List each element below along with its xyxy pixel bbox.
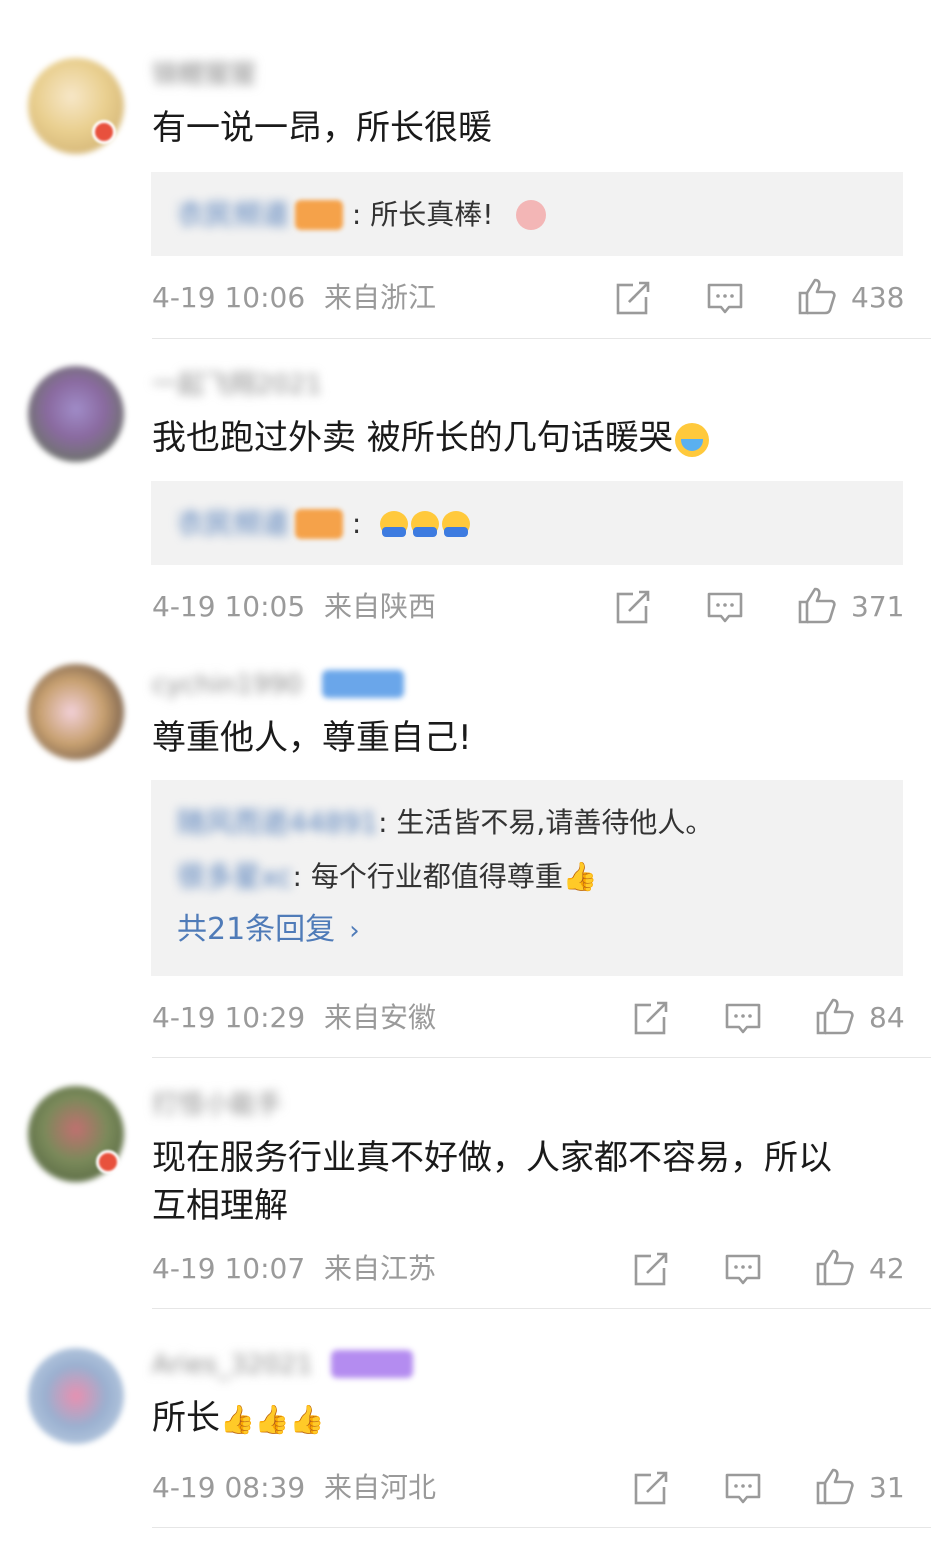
author-tag: [295, 200, 344, 230]
avatar[interactable]: [28, 664, 124, 760]
comment-icon[interactable]: [705, 587, 745, 627]
thumb-up-icon[interactable]: [815, 1466, 855, 1506]
comment-text: 所长👍👍👍: [152, 1394, 892, 1444]
comment-icon[interactable]: [705, 278, 745, 318]
comment-icon[interactable]: [723, 998, 763, 1038]
location: 来自河北: [324, 1471, 437, 1504]
share-icon[interactable]: [613, 278, 653, 318]
username[interactable]: 打怪小能手: [152, 1090, 282, 1120]
location: 来自浙江: [324, 281, 437, 314]
comment-meta: 4-19 10:29 来自安徽: [152, 1000, 436, 1036]
timestamp: 4-19 10:29: [152, 1001, 306, 1034]
avatar[interactable]: [28, 366, 124, 462]
location: 来自安徽: [324, 1001, 437, 1034]
avatar-badge-icon: [92, 120, 116, 144]
thumb-up-icon[interactable]: [797, 585, 837, 625]
reply-author[interactable]: 衣民频道: [177, 504, 289, 544]
username[interactable]: 一起飞翔2021: [152, 370, 322, 400]
divider: [152, 338, 931, 339]
thumb-up-icon[interactable]: [797, 276, 837, 316]
reply-author[interactable]: 衣民频道: [177, 195, 289, 235]
reply-text: : 生活皆不易,请善待他人。: [378, 806, 714, 839]
thumb-up-icon[interactable]: [815, 996, 855, 1036]
location: 来自陕西: [324, 590, 437, 623]
comment-meta: 4-19 08:39 来自河北: [152, 1470, 436, 1506]
username[interactable]: 锦鲤猩猩: [152, 60, 256, 90]
username[interactable]: cychin1990: [152, 670, 302, 700]
hug-emoji-icon: [380, 511, 409, 537]
thumbs-up-emoji-icon: 👍: [562, 860, 598, 893]
reply-author[interactable]: 随风而逝44891: [177, 803, 378, 843]
location: 来自江苏: [324, 1252, 437, 1285]
hug-emoji-icon: [411, 511, 440, 537]
comment-text: 尊重他人，尊重自己!: [152, 718, 472, 758]
share-icon[interactable]: [613, 587, 653, 627]
reply-item: 随风而逝44891: 生活皆不易,请善待他人。: [177, 802, 713, 843]
share-icon[interactable]: [631, 1249, 671, 1289]
share-icon[interactable]: [631, 998, 671, 1038]
reply-box[interactable]: 随风而逝44891: 生活皆不易,请善待他人。 很多星xc: 每个行业都值得尊重…: [151, 780, 903, 976]
comment-meta: 4-19 10:06 来自浙江: [152, 280, 436, 316]
reply-box[interactable]: 衣民频道 :: [151, 481, 903, 565]
timestamp: 4-19 10:07: [152, 1252, 306, 1285]
like-count: 42: [869, 1252, 905, 1285]
reply-text: : 所长真棒!: [351, 198, 494, 231]
avatar-badge-icon: [96, 1150, 120, 1174]
thumbs-up-emoji-icon: 👍: [289, 1402, 325, 1436]
comment-meta: 4-19 10:07 来自江苏: [152, 1251, 436, 1287]
reply-author[interactable]: 很多星xc: [177, 857, 292, 897]
hug-emoji-icon: [442, 511, 471, 537]
divider: [152, 1308, 931, 1309]
username[interactable]: Aries_32021: [152, 1350, 313, 1380]
comment-text: 有一说一昂，所长很暖: [152, 108, 492, 148]
like-count: 31: [869, 1471, 905, 1504]
timestamp: 4-19 10:06: [152, 281, 306, 314]
thumb-up-icon[interactable]: [815, 1247, 855, 1287]
comment-icon[interactable]: [723, 1249, 763, 1289]
chevron-right-icon: ›: [349, 916, 360, 946]
vip-badge: [331, 1350, 413, 1378]
reply-text: :: [351, 507, 362, 540]
timestamp: 4-19 08:39: [152, 1471, 306, 1504]
avatar[interactable]: [28, 1348, 124, 1444]
reply-item: 很多星xc: 每个行业都值得尊重👍: [177, 856, 598, 897]
reply-box[interactable]: 衣民频道 : 所长真棒!: [151, 172, 903, 256]
pig-emoji-icon: [516, 200, 547, 230]
like-count: 371: [851, 590, 905, 623]
reply-text: : 每个行业都值得尊重: [292, 860, 563, 893]
divider: [152, 1057, 931, 1058]
comment-text: 我也跑过外卖 被所长的几句话暖哭: [152, 414, 892, 462]
comment-icon[interactable]: [723, 1468, 763, 1508]
reply-item: 衣民频道 :: [177, 503, 473, 544]
like-count: 84: [869, 1001, 905, 1034]
thumbs-up-emoji-icon: 👍: [220, 1402, 255, 1436]
divider: [152, 1527, 931, 1528]
more-replies-link[interactable]: 共21条回复 ›: [177, 910, 360, 951]
like-count: 438: [851, 281, 905, 314]
vip-badge: [322, 670, 404, 698]
share-icon[interactable]: [631, 1468, 671, 1508]
crying-emoji-icon: [674, 422, 709, 457]
comment-text: 现在服务行业真不好做，人家都不容易，所以 互相理解: [152, 1138, 832, 1226]
reply-item: 衣民频道 : 所长真棒!: [177, 194, 547, 235]
timestamp: 4-19 10:05: [152, 590, 306, 623]
author-tag: [295, 509, 344, 539]
comment-meta: 4-19 10:05 来自陕西: [152, 589, 436, 625]
thumbs-up-emoji-icon: 👍: [254, 1402, 290, 1436]
